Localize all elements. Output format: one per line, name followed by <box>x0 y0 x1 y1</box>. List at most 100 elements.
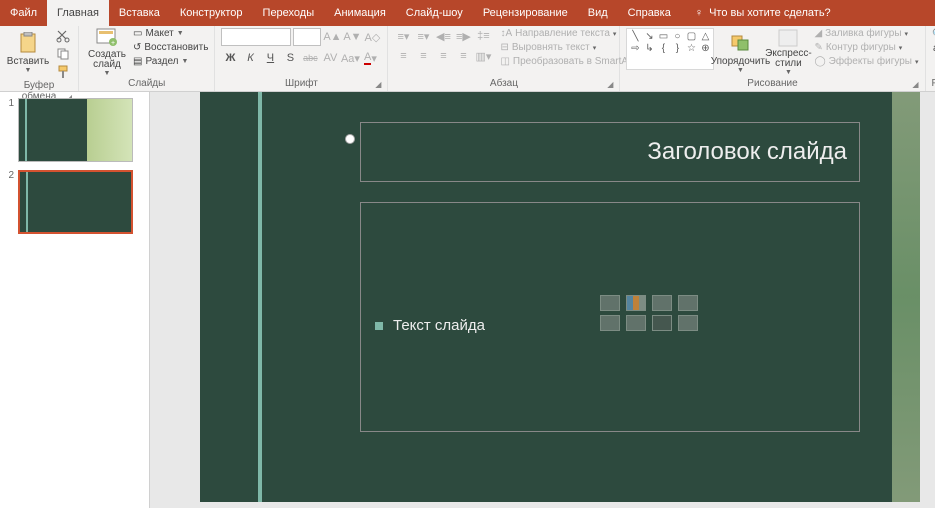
cut-button[interactable] <box>54 28 72 44</box>
insert-video-icon[interactable] <box>652 315 672 331</box>
increase-indent-button[interactable]: ≡▶ <box>454 28 472 44</box>
dialog-launcher-icon[interactable]: ◢ <box>375 80 381 89</box>
arrange-button[interactable]: Упорядочить ▼ <box>718 28 762 76</box>
content-insert-icons <box>600 295 700 331</box>
bullets-button[interactable]: ≡▾ <box>394 28 412 44</box>
title-placeholder[interactable]: Заголовок слайда <box>360 122 860 182</box>
new-slide-button[interactable]: + Создать слайд ▼ <box>85 28 129 76</box>
insert-online-picture-icon[interactable] <box>626 315 646 331</box>
line-spacing-button[interactable]: ‡≡ <box>474 28 492 44</box>
group-paragraph: ≡▾ ≡▾ ◀≡ ≡▶ ‡≡ ≡ ≡ ≡ ≡ ▥▾ ↕AНаправление … <box>388 26 620 91</box>
font-color-button[interactable]: A▾ <box>361 50 379 66</box>
font-size-combo[interactable] <box>293 28 321 46</box>
layout-button[interactable]: ▭Макет▼ <box>133 28 208 39</box>
tab-file[interactable]: Файл <box>0 0 47 26</box>
numbering-button[interactable]: ≡▾ <box>414 28 432 44</box>
shape-effects-button[interactable]: ◯Эффекты фигуры▾ <box>814 56 918 67</box>
thumb-number: 1 <box>4 98 14 162</box>
paste-label: Вставить <box>7 57 49 67</box>
align-left-button[interactable]: ≡ <box>394 48 412 64</box>
arrange-icon <box>728 31 752 55</box>
section-button[interactable]: ▤Раздел▼ <box>133 56 208 67</box>
align-center-button[interactable]: ≡ <box>414 48 432 64</box>
text-dir-icon: ↕A <box>500 28 512 39</box>
oval-shape-icon: ○ <box>671 31 683 41</box>
font-name-combo[interactable] <box>221 28 291 46</box>
text-shadow-button[interactable]: S <box>281 50 299 66</box>
format-painter-button[interactable] <box>54 64 72 80</box>
scissors-icon <box>56 29 70 43</box>
select-button[interactable]: ↖Выделить▾ <box>932 56 935 69</box>
brace-shape-icon: { <box>657 43 669 53</box>
line-shape-icon: ╲ <box>629 31 641 41</box>
insert-3d-icon[interactable] <box>678 295 698 311</box>
change-case-button[interactable]: Aa▾ <box>341 50 359 66</box>
slide-thumbnail-2[interactable] <box>18 170 133 234</box>
insert-chart-icon[interactable] <box>626 295 646 311</box>
line-arrow-shape-icon: ↘ <box>643 31 655 41</box>
slide-thumbnail-1[interactable] <box>18 98 133 162</box>
clear-format-button[interactable]: A◇ <box>363 29 381 45</box>
group-font: A▲ A▼ A◇ Ж К Ч S abc AV Aa▾ A▾ Шрифт◢ <box>215 26 388 91</box>
insert-table-icon[interactable] <box>600 295 620 311</box>
grow-font-button[interactable]: A▲ <box>323 29 341 45</box>
cursor-icon: ↖ <box>932 57 935 68</box>
insert-picture-icon[interactable] <box>600 315 620 331</box>
smartart-icon: ◫ <box>500 56 509 67</box>
tab-home[interactable]: Главная <box>47 0 109 26</box>
tell-me-label: Что вы хотите сделать? <box>709 7 831 19</box>
group-slides: + Создать слайд ▼ ▭Макет▼ ↺Восстановить … <box>79 26 215 91</box>
pen-icon: ✎ <box>814 42 822 53</box>
bold-button[interactable]: Ж <box>221 50 239 66</box>
copy-button[interactable] <box>54 46 72 62</box>
tab-insert[interactable]: Вставка <box>109 0 170 26</box>
dialog-launcher-icon[interactable]: ◢ <box>607 80 613 89</box>
find-button[interactable]: 🔍Найти <box>932 28 935 41</box>
align-right-button[interactable]: ≡ <box>434 48 452 64</box>
insert-smartart-icon[interactable] <box>652 295 672 311</box>
shrink-font-button[interactable]: A▼ <box>343 29 361 45</box>
svg-text:+: + <box>111 40 115 47</box>
quick-styles-button[interactable]: Экспресс- стили ▼ <box>766 28 810 76</box>
brush-icon <box>56 65 70 79</box>
arrow-shape-icon: ⇨ <box>629 43 641 53</box>
slide[interactable]: Заголовок слайда Текст слайда <box>200 92 920 502</box>
group-drawing: ╲ ↘ ▭ ○ ▢ △ ⇨ ↳ { } ☆ ⊕ Упорядочить ▼ Эк… <box>620 26 925 91</box>
content-placeholder[interactable]: Текст слайда <box>360 202 860 432</box>
workspace: 1 2 Заголовок слайда <box>0 92 935 508</box>
shape-outline-button[interactable]: ✎Контур фигуры▾ <box>814 42 918 53</box>
group-clipboard: Вставить ▼ Буфер обмена◢ <box>0 26 79 91</box>
tell-me-search[interactable]: ♀ Что вы хотите сделать? <box>681 0 831 26</box>
reset-button[interactable]: ↺Восстановить <box>133 42 208 53</box>
tab-view[interactable]: Вид <box>578 0 618 26</box>
dialog-launcher-icon[interactable]: ◢ <box>912 80 918 89</box>
shapes-gallery[interactable]: ╲ ↘ ▭ ○ ▢ △ ⇨ ↳ { } ☆ ⊕ <box>626 28 714 70</box>
underline-button[interactable]: Ч <box>261 50 279 66</box>
bucket-icon: ◢ <box>814 28 822 39</box>
replace-button[interactable]: abЗаменить▾ <box>932 42 935 55</box>
paste-button[interactable]: Вставить ▼ <box>6 28 50 76</box>
rotate-handle-icon[interactable] <box>345 134 355 144</box>
tab-review[interactable]: Рецензирование <box>473 0 578 26</box>
columns-button[interactable]: ▥▾ <box>474 48 492 64</box>
drawing-group-label: Рисование <box>747 78 797 89</box>
shape-fill-button[interactable]: ◢Заливка фигуры▾ <box>814 28 918 39</box>
new-slide-icon: + <box>95 28 119 48</box>
brace2-shape-icon: } <box>671 43 683 53</box>
insert-icon-icon[interactable] <box>678 315 698 331</box>
tab-slideshow[interactable]: Слайд-шоу <box>396 0 473 26</box>
effects-icon: ◯ <box>814 56 825 67</box>
tab-design[interactable]: Конструктор <box>170 0 253 26</box>
decrease-indent-button[interactable]: ◀≡ <box>434 28 452 44</box>
char-spacing-button[interactable]: AV <box>321 50 339 66</box>
italic-button[interactable]: К <box>241 50 259 66</box>
tab-help[interactable]: Справка <box>618 0 681 26</box>
slide-canvas-area[interactable]: Заголовок слайда Текст слайда <box>150 92 935 508</box>
slide-accent-bar <box>258 92 262 502</box>
justify-button[interactable]: ≡ <box>454 48 472 64</box>
tab-transitions[interactable]: Переходы <box>253 0 325 26</box>
tab-animations[interactable]: Анимация <box>324 0 396 26</box>
more-shapes-icon: ⊕ <box>699 43 711 53</box>
chevron-down-icon: ▼ <box>25 67 32 74</box>
strike-button[interactable]: abc <box>301 50 319 66</box>
